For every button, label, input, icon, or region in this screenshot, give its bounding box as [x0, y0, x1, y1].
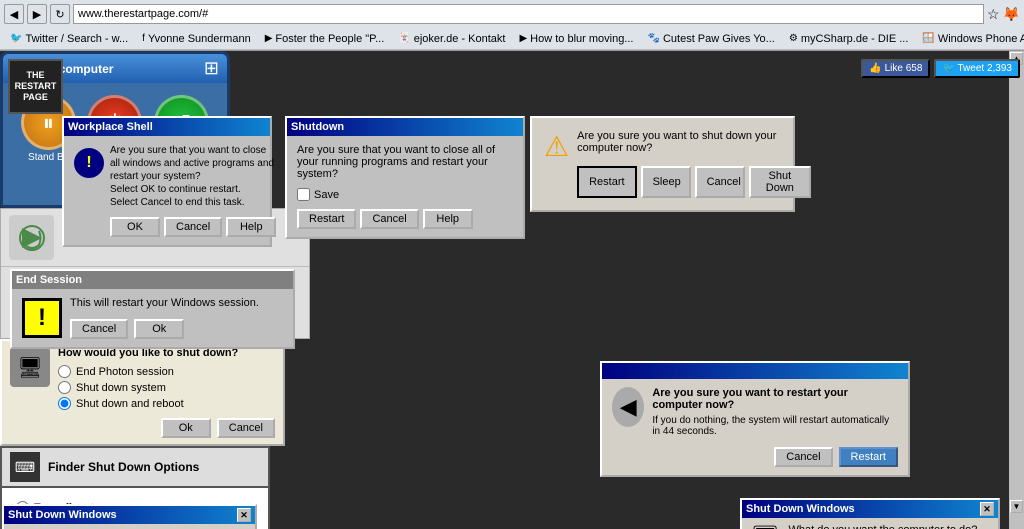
shutdown-bl-dialog: Shut Down Windows ✕ 🖥 What do you want t… [2, 504, 257, 529]
main-area: THE RESTART PAGE 👍 Like 658 🐦 Tweet 2,39… [0, 51, 1024, 529]
bookmark-star-icon[interactable]: ☆ [987, 6, 1000, 23]
fb-bm-icon: f [142, 33, 145, 44]
shutdown-br-close-icon[interactable]: ✕ [980, 502, 994, 516]
shutdown-bl-body: 🖥 What do you want the computer to do? S… [4, 524, 255, 529]
workplace-cancel-button[interactable]: Cancel [164, 217, 222, 237]
site-logo: THE RESTART PAGE [8, 59, 63, 114]
workplace-shell-dialog: Workplace Shell ! Are you sure that you … [62, 116, 272, 247]
end-session-titlebar: End Session [12, 271, 293, 289]
bookmark-blur[interactable]: ▶ How to blur moving... [513, 30, 639, 48]
warn-sleep-button[interactable]: Sleep [641, 166, 691, 198]
workplace-ok-button[interactable]: OK [110, 217, 160, 237]
social-bar: 👍 Like 658 🐦 Tweet 2,393 [861, 59, 1020, 78]
linux-ok-button[interactable]: Ok [161, 418, 211, 438]
power-icon [9, 215, 54, 260]
paw-bm-icon: 🐾 [648, 33, 660, 44]
linux-cancel-button[interactable]: Cancel [217, 418, 275, 438]
exclaim-icon: ! [22, 298, 62, 338]
restart-modern-body: ◀ Are you sure you want to restart your … [602, 379, 908, 475]
shutdown-classic-body: Are you sure that you want to close all … [287, 136, 523, 237]
linux-body: 🖥 How would you like to shut down? End P… [2, 341, 283, 444]
end-session-ok-button[interactable]: Ok [134, 319, 184, 339]
tweet-button[interactable]: 🐦 Tweet 2,393 [934, 59, 1020, 78]
shutdown-restart-button[interactable]: Restart [297, 209, 356, 229]
blur-bm-icon: ▶ [519, 33, 527, 44]
linux-opt2-radio[interactable] [58, 381, 71, 394]
shutdown-br-text: What do you want the computer to do? [788, 524, 977, 529]
finder-title: Finder Shut Down Options [48, 460, 199, 474]
linux-opt3-radio[interactable] [58, 397, 71, 410]
shutdown-classic-titlebar: Shutdown [287, 118, 523, 136]
restart-arrow-icon: ◀ [612, 387, 644, 427]
shutdown-classic-dialog: Shutdown Are you sure that you want to c… [285, 116, 525, 239]
nav-bar: ◀ ▶ ↻ ☆ 🦊 [0, 0, 1024, 28]
bookmark-twitter[interactable]: 🐦 Twitter / Search - w... [4, 30, 134, 48]
refresh-button[interactable]: ↻ [50, 4, 70, 24]
bookmark-yvonne[interactable]: f Yvonne Sundermann [136, 30, 257, 48]
workplace-help-button[interactable]: Help [226, 217, 276, 237]
address-input[interactable] [73, 4, 984, 24]
twitter-bm-icon: 🐦 [10, 33, 22, 44]
end-session-dialog: End Session ! This will restart your Win… [10, 269, 295, 349]
linux-opt2: Shut down system [58, 381, 275, 394]
linux-opt1: End Photon session [58, 365, 275, 378]
warn-shutdown-button[interactable]: Shut Down [749, 166, 812, 198]
back-button[interactable]: ◀ [4, 4, 24, 24]
bookmark-ejoker[interactable]: 🃏 ejoker.de - Kontakt [392, 30, 511, 48]
save-label: Save [314, 189, 339, 201]
shutdown-bl-titlebar: Shut Down Windows ✕ [4, 506, 255, 524]
restart-modern-restart-button[interactable]: Restart [839, 447, 898, 467]
warn-restart-button[interactable]: Restart [577, 166, 636, 198]
fb-like-button[interactable]: 👍 Like 658 [861, 59, 930, 78]
scroll-down-button[interactable]: ▼ [1010, 500, 1023, 513]
shutdown-br-computer-icon: 🖥 [750, 524, 780, 529]
linux-opt3: Shut down and reboot [58, 397, 275, 410]
xp-windows-icon: ⊞ [204, 58, 219, 79]
restart-modern-text: Are you sure you want to restart your co… [652, 387, 898, 411]
bookmark-mycsharp[interactable]: ⚙ myCSharp.de - DIE ... [783, 30, 915, 48]
workplace-body: ! Are you sure that you want to close al… [64, 136, 270, 245]
shutdown-classic-text: Are you sure that you want to close all … [297, 144, 513, 180]
restart-modern-cancel-button[interactable]: Cancel [774, 447, 832, 467]
shutdown-cancel-button[interactable]: Cancel [360, 209, 418, 229]
forward-button[interactable]: ▶ [27, 4, 47, 24]
linux-computer-icon: 🖥 [10, 347, 50, 387]
workplace-titlebar: Workplace Shell [64, 118, 270, 136]
firefox-icon: 🦊 [1003, 6, 1020, 23]
scrollbar[interactable]: ▲ ▼ [1009, 51, 1024, 529]
shutdown-warn-body: ⚠ Are you sure you want to shut down you… [532, 118, 793, 210]
bookmark-paw[interactable]: 🐾 Cutest Paw Gives Yo... [642, 30, 781, 48]
browser-chrome: ◀ ▶ ↻ ☆ 🦊 🐦 Twitter / Search - w... f Yv… [0, 0, 1024, 51]
bookmark-winphone[interactable]: 🪟 Windows Phone Ad... [916, 30, 1024, 48]
end-session-text: This will restart your Windows session. [70, 297, 259, 309]
warning-icon: ! [74, 148, 104, 178]
restart-modern-dialog: ◀ Are you sure you want to restart your … [600, 361, 910, 477]
warn-cancel-button[interactable]: Cancel [695, 166, 745, 198]
shutdown-warn-dialog: ⚠ Are you sure you want to shut down you… [530, 116, 795, 212]
cs-bm-icon: ⚙ [789, 33, 798, 44]
wp-bm-icon: 🪟 [922, 33, 934, 44]
ejoker-bm-icon: 🃏 [398, 33, 410, 44]
end-session-cancel-button[interactable]: Cancel [70, 319, 128, 339]
shutdown-br-titlebar: Shut Down Windows ✕ [742, 500, 998, 518]
linux-shutdown-dialog: 🖥 How would you like to shut down? End P… [0, 339, 285, 446]
shutdown-bl-close-icon[interactable]: ✕ [237, 508, 251, 522]
shutdown-br-dialog: Shut Down Windows ✕ 🖥 What do you want t… [740, 498, 1000, 529]
shutdown-br-body: 🖥 What do you want the computer to do? S… [742, 518, 998, 529]
linux-opt1-radio[interactable] [58, 365, 71, 378]
save-checkbox[interactable] [297, 188, 310, 201]
finder-titlebar: ⌨ Finder Shut Down Options [2, 448, 268, 488]
bookmarks-bar: 🐦 Twitter / Search - w... f Yvonne Sunde… [0, 28, 1024, 50]
yt-bm-icon: ▶ [265, 33, 273, 44]
end-session-body: ! This will restart your Windows session… [12, 289, 293, 347]
warn-triangle-icon: ⚠ [544, 130, 569, 163]
finder-icon: ⌨ [10, 452, 40, 482]
bookmark-foster[interactable]: ▶ Foster the People "P... [259, 30, 391, 48]
shutdown-help-button[interactable]: Help [423, 209, 473, 229]
restart-modern-titlebar [602, 363, 908, 379]
shutdown-warn-text: Are you sure you want to shut down your … [577, 130, 811, 154]
workplace-text: Are you sure that you want to close all … [110, 144, 276, 209]
restart-modern-subtext: If you do nothing, the system will resta… [652, 415, 898, 437]
